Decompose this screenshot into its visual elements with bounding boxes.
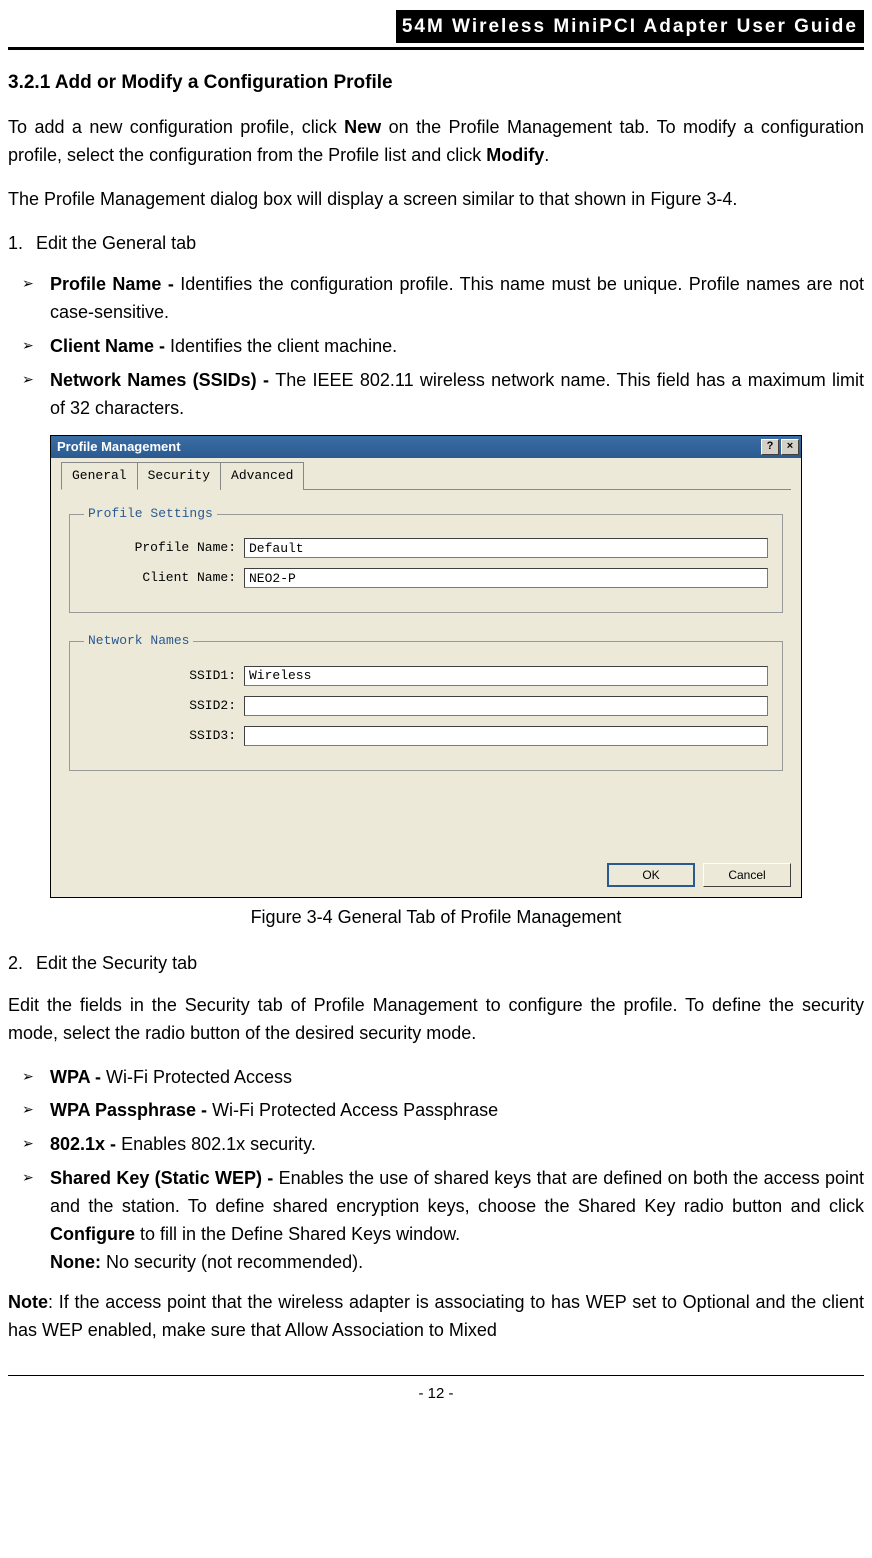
ssid3-row: SSID3: — [84, 726, 768, 746]
cancel-button[interactable]: Cancel — [703, 863, 791, 887]
step-1: 1.Edit the General tab — [8, 230, 864, 258]
help-button[interactable]: ? — [761, 439, 779, 455]
step-text: Edit the Security tab — [36, 953, 197, 973]
profile-name-row: Profile Name: — [84, 538, 768, 558]
list-item: 802.1x - Enables 802.1x security. — [8, 1131, 864, 1159]
ssid3-label: SSID3: — [84, 726, 244, 746]
profile-management-dialog: Profile Management ? × General Security … — [50, 435, 802, 898]
none-desc: No security (not recommended). — [101, 1252, 363, 1272]
modify-bold: Modify — [486, 145, 544, 165]
configure-bold: Configure — [50, 1224, 135, 1244]
dialog-titlebar: Profile Management ? × — [51, 436, 801, 458]
tab-security[interactable]: Security — [137, 462, 221, 490]
text: To add a new configuration profile, clic… — [8, 117, 344, 137]
client-name-label: Client Name: — [84, 568, 244, 588]
profile-settings-group: Profile Settings Profile Name: Client Na… — [69, 504, 783, 613]
list-item: WPA Passphrase - Wi-Fi Protected Access … — [8, 1097, 864, 1125]
text: . — [544, 145, 549, 165]
page-number: - 12 - — [8, 1382, 864, 1405]
network-names-group: Network Names SSID1: SSID2: SSID3: — [69, 631, 783, 771]
step-text: Edit the General tab — [36, 233, 196, 253]
step-number: 1. — [8, 230, 36, 258]
mode-desc: Wi-Fi Protected Access — [106, 1067, 292, 1087]
header-rule — [8, 47, 864, 50]
field-name: Profile Name - — [50, 274, 180, 294]
mode-desc-post: to fill in the Define Shared Keys window… — [135, 1224, 460, 1244]
profile-name-label: Profile Name: — [84, 538, 244, 558]
profile-name-input[interactable] — [244, 538, 768, 558]
doc-title: 54M Wireless MiniPCI Adapter User Guide — [396, 10, 864, 43]
field-name: Client Name - — [50, 336, 170, 356]
group-legend: Network Names — [84, 631, 193, 651]
tab-general[interactable]: General — [61, 462, 138, 490]
security-mode-list: WPA - Wi-Fi Protected Access WPA Passphr… — [8, 1064, 864, 1277]
mode-desc: Enables 802.1x security. — [121, 1134, 316, 1154]
mode-name: WPA Passphrase - — [50, 1100, 212, 1120]
intro-paragraph-1: To add a new configuration profile, clic… — [8, 114, 864, 170]
mode-desc: Wi-Fi Protected Access Passphrase — [212, 1100, 498, 1120]
ssid1-label: SSID1: — [84, 666, 244, 686]
section-heading: 3.2.1 Add or Modify a Configuration Prof… — [8, 68, 864, 97]
client-name-row: Client Name: — [84, 568, 768, 588]
field-name: Network Names (SSIDs) - — [50, 370, 275, 390]
ssid2-label: SSID2: — [84, 696, 244, 716]
security-intro-paragraph: Edit the fields in the Security tab of P… — [8, 992, 864, 1048]
new-bold: New — [344, 117, 381, 137]
list-item: Shared Key (Static WEP) - Enables the us… — [8, 1165, 864, 1277]
ok-button[interactable]: OK — [607, 863, 695, 887]
none-label: None: — [50, 1252, 101, 1272]
list-item: Network Names (SSIDs) - The IEEE 802.11 … — [8, 367, 864, 423]
ssid3-input[interactable] — [244, 726, 768, 746]
list-item: Profile Name - Identifies the configurat… — [8, 271, 864, 327]
note-paragraph: Note: If the access point that the wirel… — [8, 1289, 864, 1345]
ssid1-input[interactable] — [244, 666, 768, 686]
general-tab-field-list: Profile Name - Identifies the configurat… — [8, 271, 864, 422]
group-legend: Profile Settings — [84, 504, 217, 524]
dialog-title: Profile Management — [57, 437, 181, 457]
dialog-body: General Security Advanced Profile Settin… — [51, 458, 801, 859]
note-text: : If the access point that the wireless … — [8, 1292, 864, 1340]
intro-paragraph-2: The Profile Management dialog box will d… — [8, 186, 864, 214]
footer-rule — [8, 1375, 864, 1376]
step-number: 2. — [8, 950, 36, 978]
note-label: Note — [8, 1292, 48, 1312]
ssid1-row: SSID1: — [84, 666, 768, 686]
mode-name: WPA - — [50, 1067, 106, 1087]
client-name-input[interactable] — [244, 568, 768, 588]
list-item: Client Name - Identifies the client mach… — [8, 333, 864, 361]
dialog-footer: OK Cancel — [51, 859, 801, 897]
mode-name: 802.1x - — [50, 1134, 121, 1154]
figure-caption: Figure 3-4 General Tab of Profile Manage… — [8, 904, 864, 932]
ssid2-row: SSID2: — [84, 696, 768, 716]
tab-advanced[interactable]: Advanced — [220, 462, 304, 490]
close-button[interactable]: × — [781, 439, 799, 455]
list-item: WPA - Wi-Fi Protected Access — [8, 1064, 864, 1092]
ssid2-input[interactable] — [244, 696, 768, 716]
mode-name: Shared Key (Static WEP) - — [50, 1168, 279, 1188]
step-2: 2.Edit the Security tab — [8, 950, 864, 978]
profile-management-dialog-figure: Profile Management ? × General Security … — [50, 435, 864, 898]
page-header: 54M Wireless MiniPCI Adapter User Guide — [8, 10, 864, 43]
dialog-tabstrip: General Security Advanced — [61, 462, 791, 490]
titlebar-buttons: ? × — [761, 439, 799, 455]
field-desc: Identifies the client machine. — [170, 336, 397, 356]
